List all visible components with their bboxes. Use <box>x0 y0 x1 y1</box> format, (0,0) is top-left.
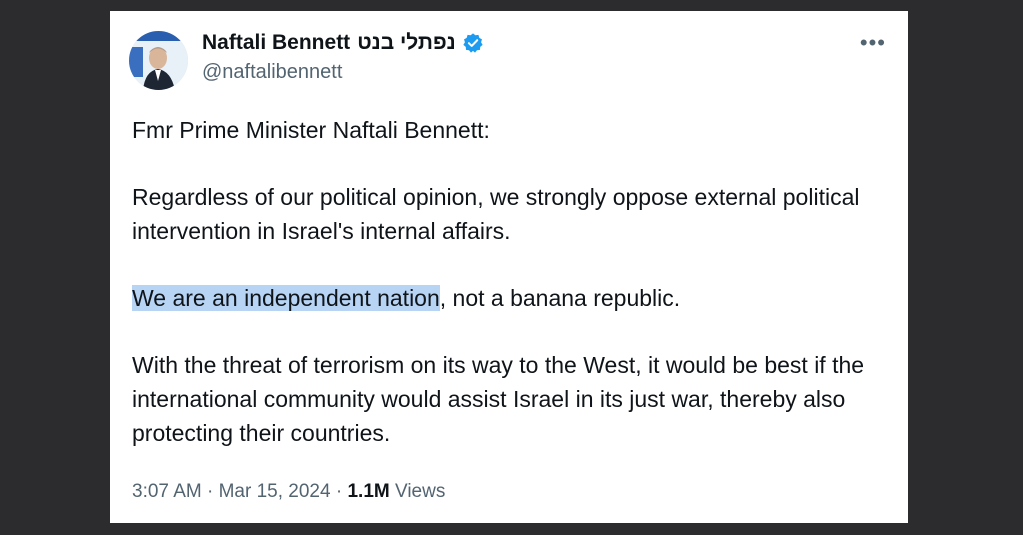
display-name-hebrew[interactable]: נפתלי בנט <box>357 31 456 55</box>
tweet-paragraph-2: Regardless of our political opinion, we … <box>132 184 860 244</box>
display-name[interactable]: Naftali Bennett <box>202 31 350 55</box>
tweet-date[interactable]: Mar 15, 2024 <box>219 481 331 502</box>
verified-badge-icon <box>462 32 484 54</box>
tweet-meta: 3:07 AM · Mar 15, 2024 · 1.1M Views <box>132 481 445 503</box>
tweet-text: Fmr Prime Minister Naftali Bennett: Rega… <box>132 113 892 483</box>
views-count[interactable]: 1.1M <box>347 481 389 502</box>
tweet-time[interactable]: 3:07 AM <box>132 481 202 502</box>
profile-photo-icon <box>129 31 188 90</box>
avatar[interactable] <box>129 31 188 90</box>
tweet-paragraph-3: We are an independent nation, not a bana… <box>132 281 892 315</box>
tweet-paragraph-4: With the threat of terrorism on its way … <box>132 352 865 446</box>
meta-separator: · <box>201 481 219 502</box>
meta-separator: · <box>330 481 348 502</box>
author-name-row[interactable]: Naftali Bennett נפתלי בנט <box>202 31 484 55</box>
tweet-line-1: Fmr Prime Minister Naftali Bennett: <box>132 117 490 143</box>
tweet-paragraph-3-rest: , not a banana republic. <box>439 285 681 311</box>
highlighted-text: We are an independent nation <box>132 285 440 311</box>
author-handle[interactable]: @naftalibennett <box>202 61 342 84</box>
views-label: Views <box>389 481 446 502</box>
tweet-card: Naftali Bennett נפתלי בנט @naftalibennet… <box>110 11 908 523</box>
more-options-icon[interactable]: ••• <box>860 32 886 54</box>
